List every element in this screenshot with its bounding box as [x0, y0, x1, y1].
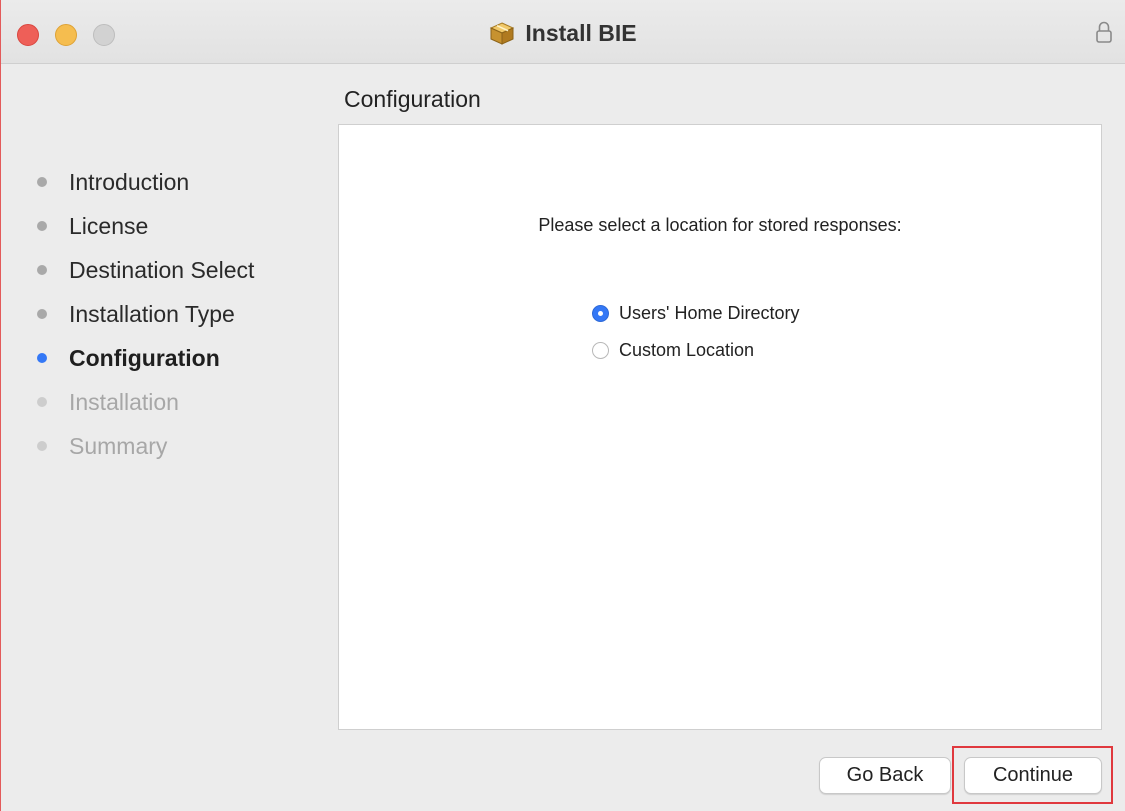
- step-bullet-icon: [37, 441, 47, 451]
- step-label: License: [69, 212, 149, 239]
- lock-icon: [1096, 21, 1112, 43]
- window-title-group: Install BIE: [1, 17, 1125, 49]
- step-configuration: Configuration: [37, 336, 254, 380]
- step-bullet-icon: [37, 309, 47, 319]
- installer-window: Install BIE Introduction License Destina…: [0, 0, 1125, 811]
- window-title: Install BIE: [525, 19, 637, 46]
- continue-button[interactable]: Continue: [964, 757, 1102, 794]
- step-summary: Summary: [37, 424, 254, 468]
- radio-unchecked-icon[interactable]: [592, 342, 609, 359]
- step-license: License: [37, 204, 254, 248]
- option-users-home-directory[interactable]: Users' Home Directory: [592, 295, 799, 332]
- step-label: Summary: [69, 432, 168, 459]
- step-installation-type: Installation Type: [37, 292, 254, 336]
- package-icon: [490, 22, 515, 45]
- option-label: Users' Home Directory: [619, 303, 800, 323]
- step-label: Configuration: [69, 344, 220, 371]
- step-bullet-icon: [37, 177, 47, 187]
- go-back-button[interactable]: Go Back: [819, 757, 951, 794]
- step-bullet-icon: [37, 353, 47, 363]
- step-installation: Installation: [37, 380, 254, 424]
- step-bullet-icon: [37, 221, 47, 231]
- title-bar: Install BIE: [1, 0, 1125, 64]
- step-destination-select: Destination Select: [37, 248, 254, 292]
- step-label: Introduction: [69, 168, 190, 195]
- step-introduction: Introduction: [37, 160, 254, 204]
- option-label: Custom Location: [619, 340, 755, 360]
- location-radio-group: Users' Home Directory Custom Location: [592, 295, 799, 369]
- option-custom-location[interactable]: Custom Location: [592, 332, 799, 369]
- section-title: Configuration: [344, 86, 481, 112]
- content-panel: Please select a location for stored resp…: [338, 124, 1102, 730]
- radio-checked-icon[interactable]: [592, 305, 609, 322]
- step-label: Installation: [69, 388, 179, 415]
- step-label: Installation Type: [69, 300, 235, 327]
- installer-steps: Introduction License Destination Select …: [37, 160, 254, 468]
- step-label: Destination Select: [69, 256, 255, 283]
- step-bullet-icon: [37, 265, 47, 275]
- location-prompt: Please select a location for stored resp…: [538, 215, 902, 235]
- step-bullet-icon: [37, 397, 47, 407]
